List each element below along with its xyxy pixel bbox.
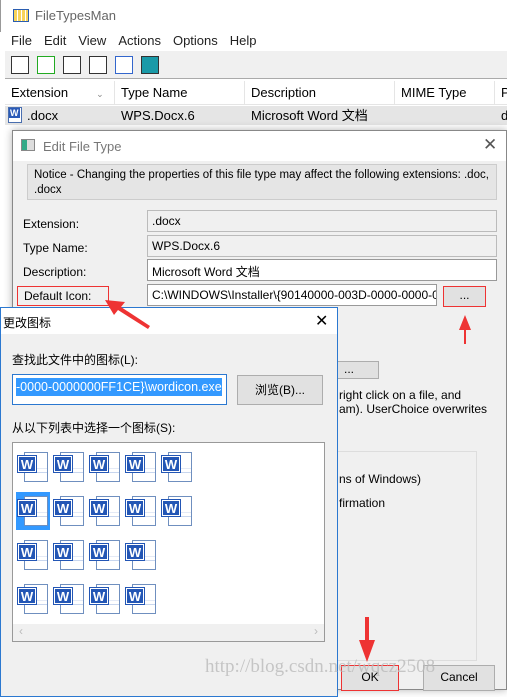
annotation-arrows: http://blog.csdn.net/wqcz2508	[105, 300, 471, 677]
arrow-to-browse-button	[459, 315, 471, 344]
arrow-to-default-icon	[105, 300, 150, 329]
watermark: http://blog.csdn.net/wqcz2508	[205, 656, 435, 677]
